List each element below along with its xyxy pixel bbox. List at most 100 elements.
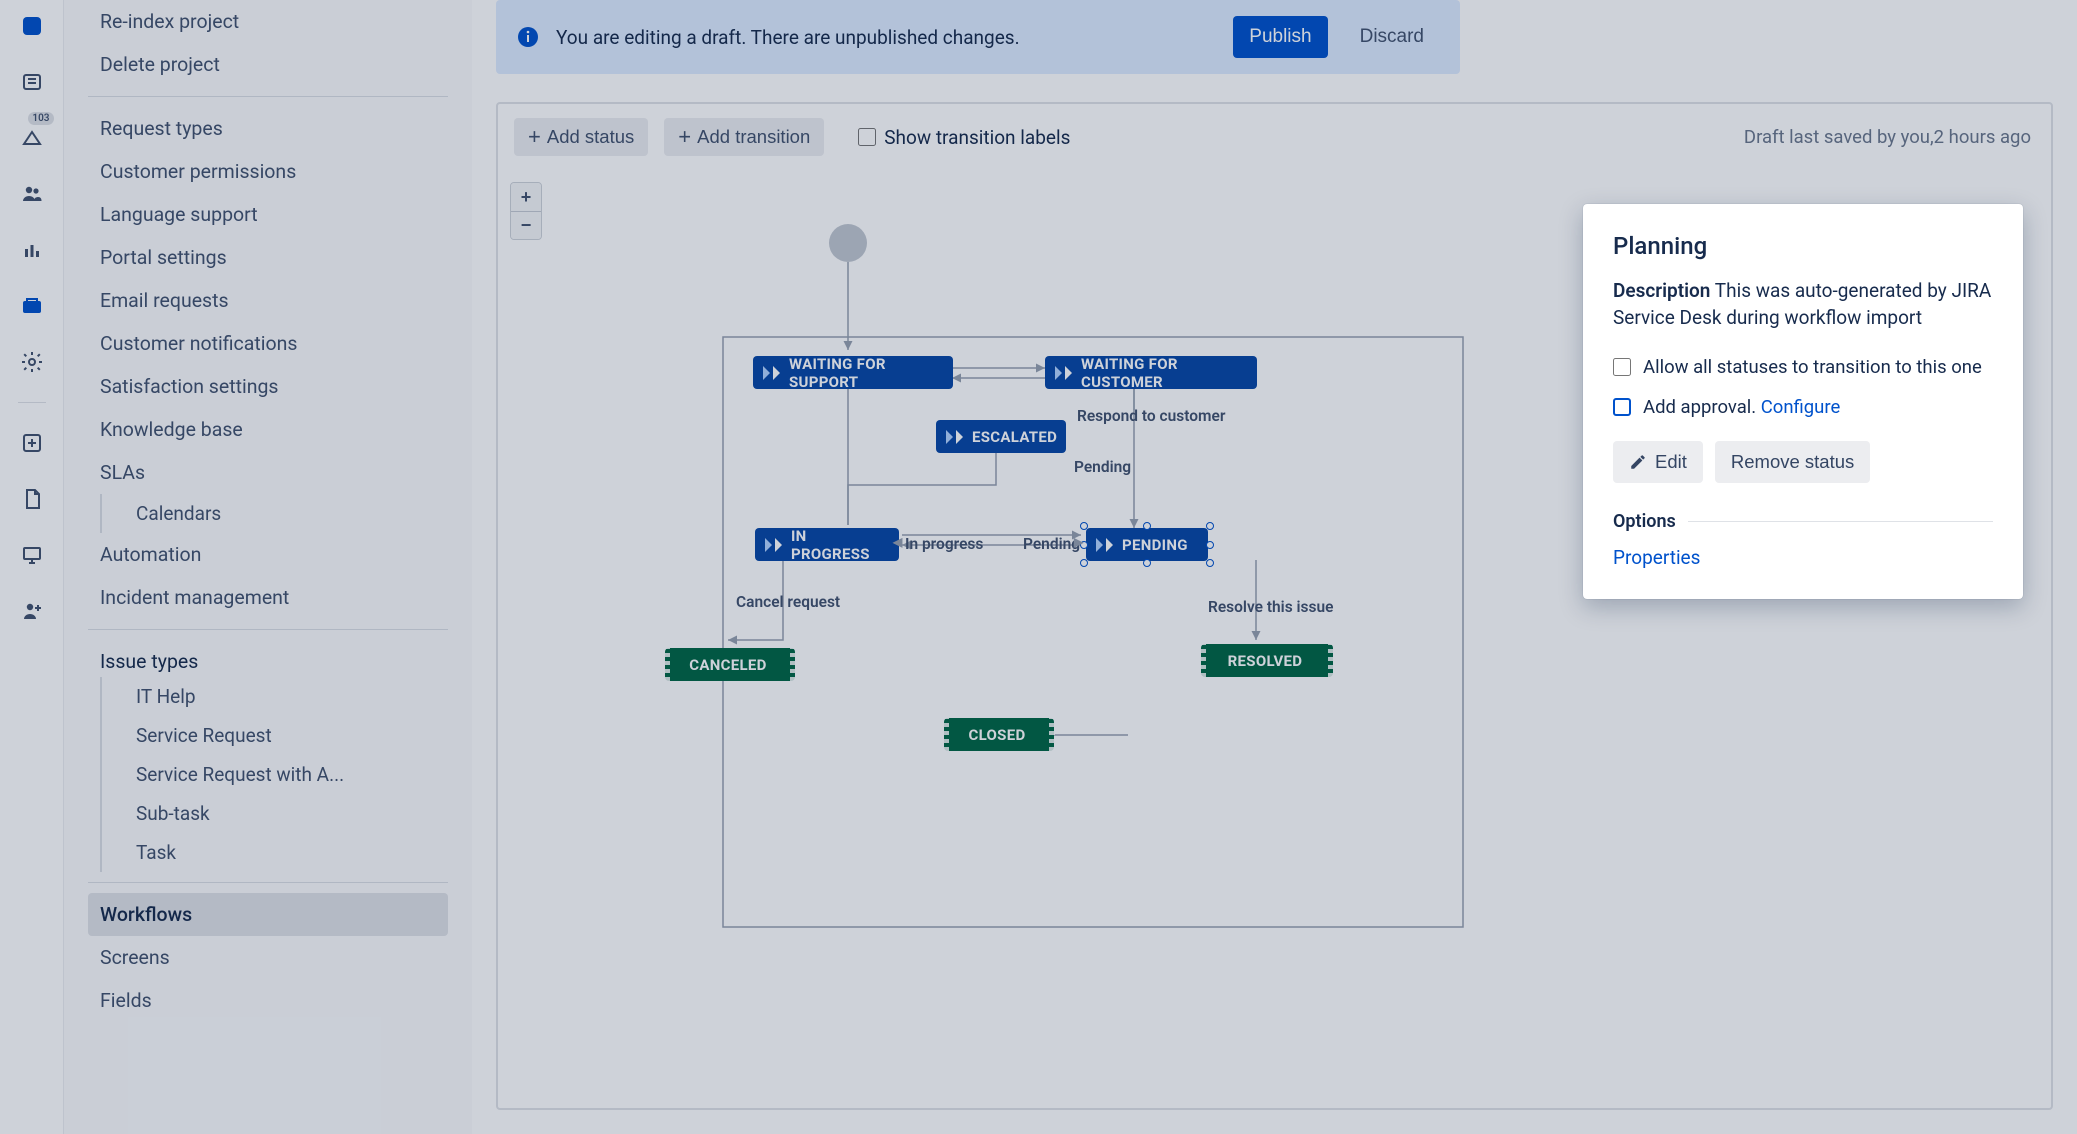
add-transition-label: Add transition — [697, 126, 810, 148]
app-root: 103 Re-index project Delete p — [0, 0, 2077, 1134]
zoom-out-button[interactable]: − — [511, 211, 541, 239]
sidebar-slas[interactable]: SLAs — [88, 451, 448, 494]
plus-icon: + — [528, 126, 541, 148]
allow-all-checkbox[interactable] — [1613, 358, 1631, 376]
status-pending[interactable]: PENDING — [1086, 528, 1208, 561]
product-icon[interactable] — [12, 6, 52, 46]
add-status-button[interactable]: + Add status — [514, 118, 648, 156]
settings-gear-icon[interactable] — [12, 342, 52, 382]
sidebar-calendars[interactable]: Calendars — [124, 494, 448, 533]
sidebar-it-help[interactable]: IT Help — [124, 677, 448, 716]
sidebar-customer-notifications[interactable]: Customer notifications — [88, 322, 448, 365]
sidebar-satisfaction[interactable]: Satisfaction settings — [88, 365, 448, 408]
publish-button[interactable]: Publish — [1233, 16, 1327, 58]
sidebar-knowledge-base[interactable]: Knowledge base — [88, 408, 448, 451]
sidebar-service-request[interactable]: Service Request — [124, 716, 448, 755]
sidebar-automation[interactable]: Automation — [88, 533, 448, 576]
transition-respond[interactable]: Respond to customer — [1077, 407, 1225, 425]
pencil-icon — [1629, 453, 1647, 471]
zoom-in-button[interactable]: + — [511, 183, 541, 211]
status-waiting-for-customer[interactable]: WAITING FOR CUSTOMER — [1045, 356, 1257, 389]
panel-description: Description This was auto-generated by J… — [1613, 278, 1993, 331]
panel-actions: Edit Remove status — [1613, 441, 1993, 483]
status-label: ESCALATED — [972, 428, 1057, 446]
sidebar-fields[interactable]: Fields — [88, 979, 448, 1022]
add-approval-checkbox[interactable] — [1613, 398, 1631, 416]
edit-status-button[interactable]: Edit — [1613, 441, 1703, 483]
sidebar-workflows[interactable]: Workflows — [88, 893, 448, 936]
sidebar-screens[interactable]: Screens — [88, 936, 448, 979]
transition-pending-1[interactable]: Pending — [1074, 458, 1131, 476]
sidebar-incident-management[interactable]: Incident management — [88, 576, 448, 619]
show-labels-toggle[interactable]: Show transition labels — [858, 126, 1070, 149]
add-approval-label: Add approval. — [1643, 396, 1756, 418]
status-label: CLOSED — [968, 726, 1025, 744]
draft-banner: You are editing a draft. There are unpub… — [496, 0, 1460, 74]
sidebar-task[interactable]: Task — [124, 833, 448, 872]
queues-icon[interactable] — [12, 62, 52, 102]
status-label: WAITING FOR CUSTOMER — [1081, 355, 1243, 391]
add-status-label: Add status — [547, 126, 634, 148]
status-closed[interactable]: CLOSED — [944, 718, 1054, 751]
alerts-icon[interactable]: 103 — [12, 118, 52, 158]
sidebar-sep-2 — [88, 629, 448, 630]
sidebar-reindex[interactable]: Re-index project — [88, 0, 448, 43]
discard-button[interactable]: Discard — [1344, 16, 1440, 58]
desc-label: Description — [1613, 279, 1710, 302]
sidebar-portal-settings[interactable]: Portal settings — [88, 236, 448, 279]
status-in-progress[interactable]: IN PROGRESS — [755, 528, 899, 561]
sidebar-service-request-approvals[interactable]: Service Request with A... — [124, 755, 448, 794]
sidebar-issue-types-label: Issue types — [88, 640, 448, 677]
workflow-start-node[interactable] — [829, 224, 867, 262]
status-waiting-for-support[interactable]: WAITING FOR SUPPORT — [753, 356, 953, 389]
alerts-badge: 103 — [28, 112, 53, 125]
sidebar-sub-task[interactable]: Sub-task — [124, 794, 448, 833]
customers-icon[interactable] — [12, 174, 52, 214]
sidebar-issue-types-sub: IT Help Service Request Service Request … — [100, 677, 448, 872]
sidebar-customer-permissions[interactable]: Customer permissions — [88, 150, 448, 193]
sidebar-email-requests[interactable]: Email requests — [88, 279, 448, 322]
arrow-right-icon: ▶ — [1074, 535, 1083, 549]
add-approval-row[interactable]: Add approval. Configure — [1613, 395, 1993, 421]
reports-icon[interactable] — [12, 230, 52, 270]
global-nav-rail: 103 — [0, 0, 64, 1134]
sidebar-language-support[interactable]: Language support — [88, 193, 448, 236]
sidebar-request-types[interactable]: Request types — [88, 107, 448, 150]
status-label: PENDING — [1122, 536, 1188, 554]
show-labels-text: Show transition labels — [884, 126, 1070, 149]
add-transition-button[interactable]: + Add transition — [664, 118, 824, 156]
status-escalated[interactable]: ESCALATED — [936, 420, 1066, 453]
allow-all-transitions-row[interactable]: Allow all statuses to transition to this… — [1613, 355, 1993, 381]
invite-icon[interactable] — [12, 591, 52, 631]
plus-icon: + — [678, 126, 691, 148]
remove-status-button[interactable]: Remove status — [1715, 441, 1870, 483]
transition-resolve[interactable]: Resolve this issue — [1208, 598, 1333, 616]
transition-in-progress[interactable]: In progress — [905, 535, 983, 553]
status-canceled[interactable]: CANCELED — [665, 648, 795, 681]
info-icon — [516, 25, 540, 49]
sidebar-sep-1 — [88, 96, 448, 97]
allow-all-label: Allow all statuses to transition to this… — [1643, 355, 1982, 381]
show-labels-checkbox[interactable] — [858, 128, 876, 146]
status-label: WAITING FOR SUPPORT — [789, 355, 939, 391]
page-icon[interactable] — [12, 479, 52, 519]
transition-pending-2[interactable]: Pending — [1023, 535, 1080, 553]
properties-link[interactable]: Properties — [1613, 546, 1700, 569]
monitor-icon[interactable] — [12, 535, 52, 575]
options-heading: Options — [1613, 511, 1993, 532]
add-item-icon[interactable] — [12, 423, 52, 463]
sidebar-delete-project[interactable]: Delete project — [88, 43, 448, 86]
remove-label: Remove status — [1731, 451, 1854, 473]
project-icon[interactable] — [12, 286, 52, 326]
main-content: You are editing a draft. There are unpub… — [472, 0, 2077, 1134]
transition-cancel[interactable]: Cancel request — [736, 593, 840, 611]
arrow-left-icon: ◀ — [893, 535, 902, 549]
edit-label: Edit — [1655, 451, 1687, 473]
project-settings-sidebar: Re-index project Delete project Request … — [64, 0, 472, 1134]
panel-title: Planning — [1613, 232, 1993, 260]
status-resolved[interactable]: RESOLVED — [1201, 644, 1333, 677]
status-label: CANCELED — [689, 656, 766, 674]
banner-text: You are editing a draft. There are unpub… — [556, 26, 1217, 49]
zoom-controls: + − — [510, 182, 542, 240]
configure-link[interactable]: Configure — [1761, 396, 1841, 418]
